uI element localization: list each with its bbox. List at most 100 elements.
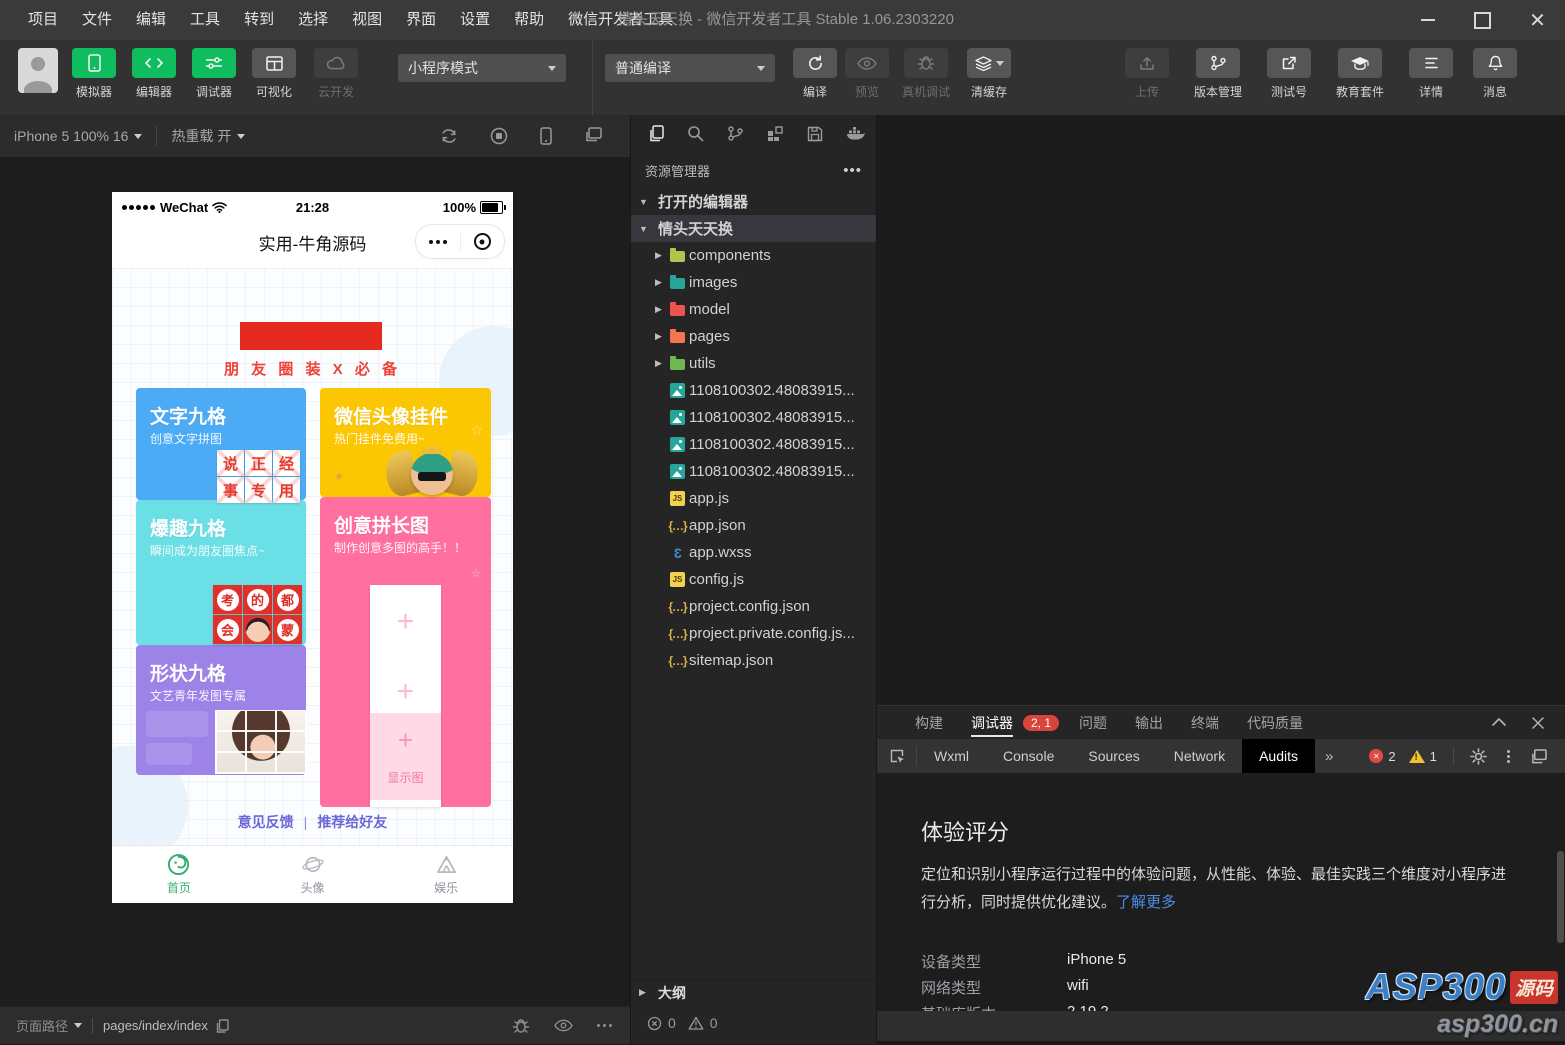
tab-debugger[interactable]: 调试器 bbox=[957, 706, 1027, 739]
menu-view[interactable]: 视图 bbox=[340, 0, 394, 40]
mode-select[interactable]: 小程序模式 bbox=[398, 54, 566, 82]
tab-entertainment[interactable]: 娱乐 bbox=[379, 846, 513, 903]
devtab-sources[interactable]: Sources bbox=[1071, 739, 1156, 773]
multi-window-icon[interactable] bbox=[584, 127, 602, 145]
menu-interface[interactable]: 界面 bbox=[394, 0, 448, 40]
inspect-element-icon[interactable] bbox=[877, 746, 917, 766]
hot-reload-toggle[interactable]: 热重载 开 bbox=[157, 115, 259, 157]
tab-avatar[interactable]: 头像 bbox=[246, 846, 380, 903]
device-select[interactable]: iPhone 5 100% 16 bbox=[0, 115, 156, 157]
problems-summary[interactable]: 0 0 bbox=[631, 1010, 876, 1036]
gear-icon[interactable] bbox=[1470, 747, 1487, 765]
cloud-dev-button[interactable]: 云开发 bbox=[312, 48, 360, 100]
tree-file-project-private-config[interactable]: project.private.config.js... bbox=[631, 620, 876, 647]
card-long-image[interactable]: 创意拼长图 制作创意多图的高手！！ 显示图 bbox=[320, 497, 491, 807]
promo-banner[interactable] bbox=[240, 322, 382, 350]
maximize-button[interactable] bbox=[1455, 0, 1510, 40]
git-branch-icon[interactable] bbox=[727, 125, 744, 142]
tree-file-image[interactable]: 1108100302.48083915... bbox=[631, 377, 876, 404]
devtab-audits[interactable]: Audits bbox=[1242, 739, 1316, 773]
visual-toggle-button[interactable]: 可视化 bbox=[250, 48, 298, 100]
devtab-network[interactable]: Network bbox=[1157, 739, 1242, 773]
education-suite-button[interactable]: 教育套件 bbox=[1329, 48, 1391, 100]
console-error-summary[interactable]: 2 1 bbox=[1369, 749, 1437, 764]
minimize-target-icon[interactable] bbox=[461, 233, 505, 250]
device-debug-button[interactable]: 真机调试 bbox=[895, 48, 957, 100]
menu-select[interactable]: 选择 bbox=[286, 0, 340, 40]
preview-button[interactable]: 预览 bbox=[843, 48, 891, 100]
tab-home[interactable]: 首页 bbox=[112, 846, 246, 903]
rotate-icon[interactable] bbox=[440, 127, 458, 145]
close-button[interactable] bbox=[1510, 0, 1565, 40]
devtab-console[interactable]: Console bbox=[986, 739, 1071, 773]
clear-cache-button[interactable]: 清缓存 bbox=[965, 48, 1013, 100]
compile-mode-select[interactable]: 普通编译 bbox=[605, 54, 775, 82]
card-avatar-pendant[interactable]: 微信头像挂件 热门挂件免费用~ bbox=[320, 388, 491, 499]
more-dots-icon[interactable] bbox=[416, 239, 460, 244]
stop-record-icon[interactable] bbox=[490, 127, 508, 145]
tree-file-project-config[interactable]: project.config.json bbox=[631, 593, 876, 620]
user-avatar[interactable] bbox=[18, 48, 58, 93]
menu-help[interactable]: 帮助 bbox=[502, 0, 556, 40]
close-panel-icon[interactable] bbox=[1532, 716, 1544, 729]
menu-project[interactable]: 项目 bbox=[16, 0, 70, 40]
save-icon[interactable] bbox=[807, 126, 823, 142]
extensions-icon[interactable] bbox=[767, 125, 784, 142]
page-path-select[interactable]: 页面路径 bbox=[16, 1016, 82, 1035]
tree-folder-model[interactable]: model bbox=[631, 296, 876, 323]
more-actions-icon[interactable] bbox=[843, 162, 862, 179]
eye-icon[interactable] bbox=[554, 1019, 573, 1032]
device-frame-icon[interactable] bbox=[540, 127, 552, 145]
outline-section[interactable]: 大纲 bbox=[631, 980, 876, 1004]
upload-button[interactable]: 上传 bbox=[1123, 48, 1171, 100]
more-tabs-icon[interactable] bbox=[1315, 748, 1343, 765]
tree-project-root[interactable]: 情头天天换 bbox=[631, 215, 876, 242]
more-dots-icon[interactable] bbox=[597, 1024, 612, 1027]
tree-file-app-js[interactable]: app.js bbox=[631, 485, 876, 512]
debugger-toggle-button[interactable]: 调试器 bbox=[190, 48, 238, 100]
kebab-menu-icon[interactable] bbox=[1506, 749, 1510, 763]
scrollbar-thumb[interactable] bbox=[1557, 851, 1564, 943]
recommend-link[interactable]: 推荐给好友 bbox=[317, 814, 387, 830]
details-button[interactable]: 详情 bbox=[1407, 48, 1455, 100]
editor-toggle-button[interactable]: 编辑器 bbox=[130, 48, 178, 100]
tree-folder-images[interactable]: images bbox=[631, 269, 876, 296]
card-fun-nine-grid[interactable]: 爆趣九格 瞬间成为朋友圈焦点~ 考 的 都 会 蒙 bbox=[136, 500, 306, 645]
tree-folder-components[interactable]: components bbox=[631, 242, 876, 269]
menu-settings[interactable]: 设置 bbox=[448, 0, 502, 40]
tree-open-editors[interactable]: 打开的编辑器 bbox=[631, 188, 876, 215]
feedback-link[interactable]: 意见反馈 bbox=[238, 814, 294, 830]
collapse-panel-icon[interactable] bbox=[1492, 717, 1506, 729]
menu-tools[interactable]: 工具 bbox=[178, 0, 232, 40]
tree-folder-utils[interactable]: utils bbox=[631, 350, 876, 377]
tree-file-image[interactable]: 1108100302.48083915... bbox=[631, 431, 876, 458]
version-control-button[interactable]: 版本管理 bbox=[1187, 48, 1249, 100]
tab-code-quality[interactable]: 代码质量 bbox=[1233, 706, 1317, 739]
tree-file-config-js[interactable]: config.js bbox=[631, 566, 876, 593]
learn-more-link[interactable]: 了解更多 bbox=[1116, 894, 1176, 911]
card-shape-nine-grid[interactable]: 形状九格 文艺青年发图专属 bbox=[136, 645, 307, 775]
test-account-button[interactable]: 测试号 bbox=[1265, 48, 1313, 100]
bug-icon[interactable] bbox=[512, 1018, 530, 1034]
docker-whale-icon[interactable] bbox=[846, 126, 866, 141]
menu-edit[interactable]: 编辑 bbox=[124, 0, 178, 40]
tree-file-app-wxss[interactable]: app.wxss bbox=[631, 539, 876, 566]
tab-build[interactable]: 构建 bbox=[901, 706, 957, 739]
files-icon[interactable] bbox=[648, 125, 664, 142]
tree-file-image[interactable]: 1108100302.48083915... bbox=[631, 458, 876, 485]
tab-output[interactable]: 输出 bbox=[1121, 706, 1177, 739]
simulator-toggle-button[interactable]: 模拟器 bbox=[70, 48, 118, 100]
undock-icon[interactable] bbox=[1530, 748, 1547, 764]
menu-file[interactable]: 文件 bbox=[70, 0, 124, 40]
minimize-button[interactable] bbox=[1400, 0, 1455, 40]
menu-goto[interactable]: 转到 bbox=[232, 0, 286, 40]
tree-file-app-json[interactable]: app.json bbox=[631, 512, 876, 539]
card-text-nine-grid[interactable]: 文字九格 创意文字拼图 说 正 经 事 专 用 bbox=[136, 388, 306, 503]
tree-file-sitemap[interactable]: sitemap.json bbox=[631, 647, 876, 674]
copy-icon[interactable] bbox=[216, 1018, 229, 1033]
tab-terminal[interactable]: 终端 bbox=[1177, 706, 1233, 739]
tree-file-image[interactable]: 1108100302.48083915... bbox=[631, 404, 876, 431]
tree-folder-pages[interactable]: pages bbox=[631, 323, 876, 350]
compile-button[interactable]: 编译 bbox=[791, 48, 839, 100]
tab-problems[interactable]: 问题 bbox=[1065, 706, 1121, 739]
